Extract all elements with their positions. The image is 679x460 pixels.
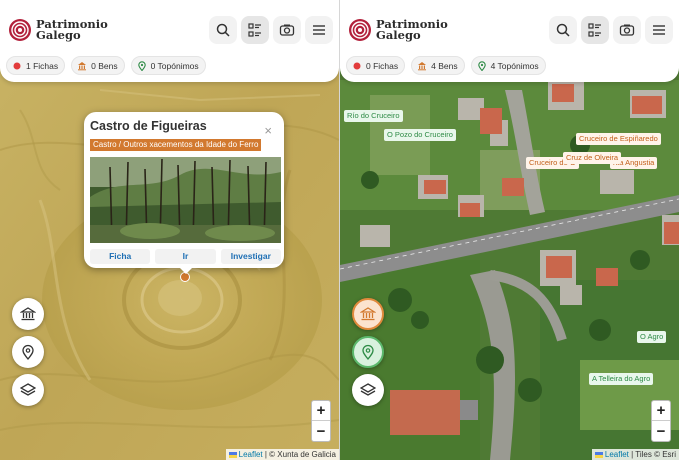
toponimos-count: 4 Topónimos bbox=[490, 60, 539, 71]
patrimonio-logo-icon bbox=[9, 19, 31, 41]
bens-chip[interactable]: 0 Bens bbox=[71, 56, 125, 75]
fichas-count: 1 Fichas bbox=[26, 60, 59, 71]
museum-icon bbox=[418, 61, 427, 70]
patrimonio-logo-icon bbox=[349, 19, 371, 41]
site-photo bbox=[90, 157, 281, 243]
close-icon[interactable]: × bbox=[264, 123, 272, 138]
label-o-agro[interactable]: O Agro bbox=[637, 331, 667, 343]
fichas-count: 0 Fichas bbox=[366, 60, 399, 71]
search-icon bbox=[556, 23, 570, 37]
zoom-out-button[interactable]: − bbox=[652, 421, 670, 441]
search-icon bbox=[216, 23, 230, 37]
map-attribution: Leaflet | © Xunta de Galicia bbox=[225, 449, 339, 460]
filter-chips: 1 Fichas 0 Bens 0 Topónimos bbox=[6, 56, 206, 75]
flag-icon bbox=[228, 451, 237, 458]
zoom-out-button[interactable]: − bbox=[312, 421, 330, 441]
bens-chip[interactable]: 4 Bens bbox=[411, 56, 465, 75]
list-icon bbox=[248, 23, 261, 37]
red-dot-icon bbox=[353, 62, 361, 69]
brand-name: Patrimonio Galego bbox=[36, 18, 108, 42]
fichas-chip[interactable]: 1 Fichas bbox=[6, 56, 66, 75]
toponimos-chip[interactable]: 4 Topónimos bbox=[470, 56, 546, 75]
brand-line-2: Galego bbox=[376, 28, 421, 42]
site-category-tag: Castro / Outros xacementos da Idade do F… bbox=[90, 139, 262, 151]
brand-name: Patrimonio Galego bbox=[376, 18, 448, 42]
layers-button[interactable] bbox=[352, 374, 384, 406]
filter-chips: 0 Fichas 4 Bens 4 Topónimos bbox=[346, 56, 546, 75]
go-button[interactable]: Ir bbox=[155, 249, 216, 264]
label-rio-do-cruceiro[interactable]: Río do Cruceiro bbox=[344, 110, 403, 122]
leaflet-link[interactable]: Leaflet bbox=[239, 450, 263, 459]
zoom-in-button[interactable]: + bbox=[652, 401, 670, 421]
toponimos-layer-button[interactable] bbox=[12, 336, 44, 368]
bens-count: 4 Bens bbox=[431, 60, 458, 71]
hamburger-menu-icon bbox=[653, 25, 665, 35]
toponimos-chip[interactable]: 0 Topónimos bbox=[130, 56, 206, 75]
bens-layer-button[interactable] bbox=[12, 298, 44, 330]
menu-button[interactable] bbox=[305, 16, 333, 44]
list-view-button[interactable] bbox=[241, 16, 269, 44]
app-header: Patrimonio Galego 1 Fichas 0 Bens 0 Topó… bbox=[0, 0, 339, 82]
layers-icon bbox=[20, 383, 36, 396]
bens-layer-button[interactable] bbox=[352, 298, 384, 330]
map-pin-icon bbox=[22, 344, 34, 360]
site-popup: Castro de Figueiras × Castro / Outros xa… bbox=[84, 112, 284, 274]
zoom-in-button[interactable]: + bbox=[312, 401, 330, 421]
flag-icon bbox=[594, 451, 603, 458]
camera-icon bbox=[619, 24, 635, 36]
zoom-control: + − bbox=[651, 400, 671, 442]
layers-icon bbox=[360, 383, 376, 396]
camera-icon bbox=[279, 24, 295, 36]
museum-icon bbox=[20, 307, 36, 321]
brand-line-2: Galego bbox=[36, 28, 81, 42]
popup-title: Castro de Figueiras bbox=[90, 119, 207, 133]
zoom-control: + − bbox=[311, 400, 331, 442]
layers-button[interactable] bbox=[12, 374, 44, 406]
popup-actions: Ficha Ir Investigar bbox=[90, 249, 281, 264]
list-icon bbox=[588, 23, 601, 37]
museum-icon bbox=[360, 307, 376, 321]
attribution-text: | Tiles © Esri bbox=[628, 450, 676, 459]
ficha-button[interactable]: Ficha bbox=[90, 249, 151, 264]
leaflet-link[interactable]: Leaflet bbox=[605, 450, 629, 459]
list-view-button[interactable] bbox=[581, 16, 609, 44]
camera-button[interactable] bbox=[613, 16, 641, 44]
red-dot-icon bbox=[13, 62, 21, 69]
toponimos-layer-button[interactable] bbox=[352, 336, 384, 368]
label-cruceiro-espinaredo[interactable]: Cruceiro de Espiñaredo bbox=[576, 133, 661, 145]
search-button[interactable] bbox=[209, 16, 237, 44]
label-pozo-do-cruceiro[interactable]: O Pozo do Cruceiro bbox=[384, 129, 456, 141]
investigate-button[interactable]: Investigar bbox=[220, 249, 281, 264]
search-button[interactable] bbox=[549, 16, 577, 44]
map-pin-icon bbox=[137, 60, 146, 71]
left-screen: Patrimonio Galego 1 Fichas 0 Bens 0 Topó… bbox=[0, 0, 339, 460]
app-header: Patrimonio Galego 0 Fichas 4 Bens 4 Topó… bbox=[340, 0, 679, 82]
map-attribution: Leaflet | Tiles © Esri bbox=[591, 449, 679, 460]
fichas-chip[interactable]: 0 Fichas bbox=[346, 56, 406, 75]
attribution-text: | © Xunta de Galicia bbox=[262, 450, 336, 459]
popup-tip bbox=[180, 268, 192, 274]
camera-button[interactable] bbox=[273, 16, 301, 44]
menu-button[interactable] bbox=[645, 16, 673, 44]
label-cruz-de-olveira[interactable]: Cruz de Olveira bbox=[563, 152, 622, 164]
hamburger-menu-icon bbox=[313, 25, 325, 35]
museum-icon bbox=[78, 61, 87, 70]
bens-count: 0 Bens bbox=[91, 60, 118, 71]
label-telleira-do-agro[interactable]: A Telleira do Agro bbox=[589, 373, 654, 385]
map-pin-icon bbox=[362, 344, 374, 360]
map-pin-icon bbox=[477, 60, 486, 71]
right-screen: Río do Cruceiro O Pozo do Cruceiro Cruce… bbox=[340, 0, 679, 460]
toponimos-count: 0 Topónimos bbox=[150, 60, 199, 71]
